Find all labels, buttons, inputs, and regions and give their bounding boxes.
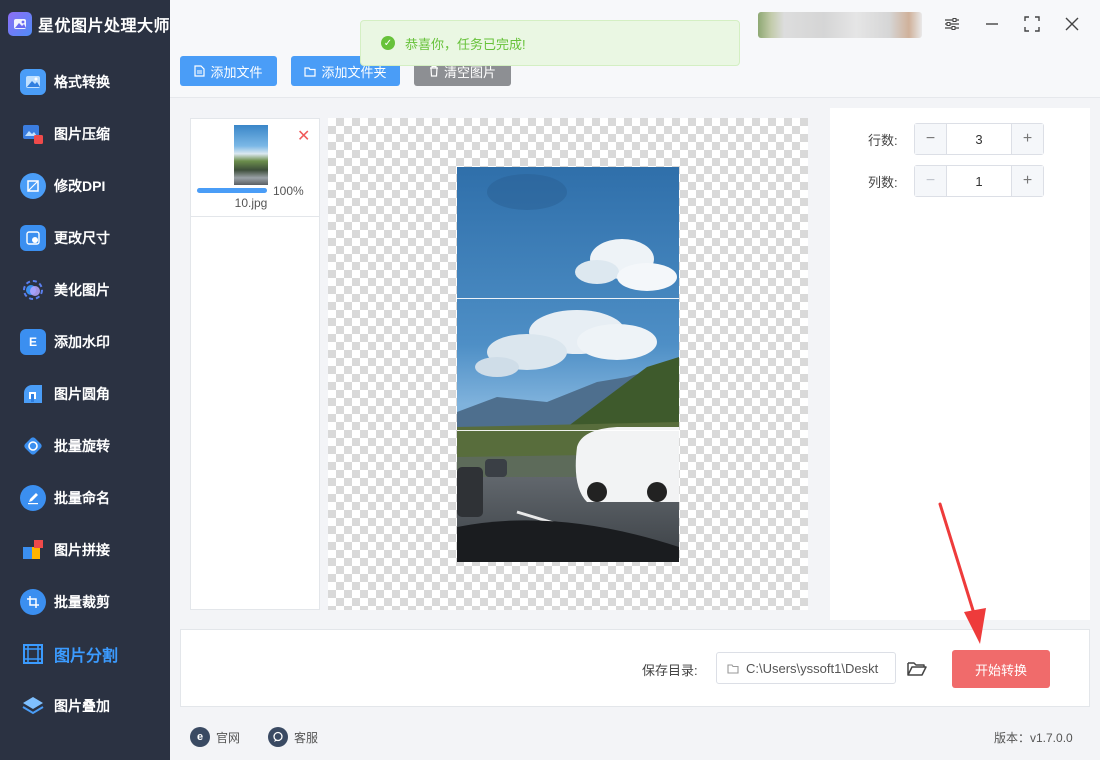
close-icon[interactable]	[1060, 12, 1084, 36]
image-compress-icon	[20, 121, 46, 147]
rows-increment-button[interactable]: +	[1011, 124, 1043, 154]
sidebar-item-watermark[interactable]: E 添加水印	[0, 316, 170, 368]
website-label: 官网	[216, 730, 241, 745]
layers-icon	[20, 693, 46, 719]
browse-folder-icon[interactable]	[905, 658, 929, 680]
split-grid-icon	[20, 641, 46, 667]
columns-value[interactable]: 1	[947, 174, 1011, 189]
list-item[interactable]: ✕ 100% 10.jpg	[191, 119, 319, 217]
sidebar-item-label: 美化图片	[54, 282, 110, 298]
rows-stepper[interactable]: − 3 +	[914, 123, 1044, 155]
folder-icon	[304, 66, 317, 77]
sidebar-item-beautify[interactable]: 美化图片	[0, 264, 170, 316]
save-directory-label: 保存目录:	[642, 663, 698, 678]
add-file-button[interactable]: 添加文件	[180, 56, 277, 86]
sidebar-item-round-corner[interactable]: 图片圆角	[0, 368, 170, 420]
pointer-arrow-icon	[938, 502, 986, 644]
rows-value[interactable]: 3	[947, 132, 1011, 147]
columns-setting: 列数: − 1 +	[830, 165, 1090, 197]
minimize-icon[interactable]	[980, 12, 1004, 36]
sidebar-item-label: 图片圆角	[54, 386, 110, 402]
watermark-icon: E	[20, 329, 46, 355]
round-corner-icon	[20, 381, 46, 407]
version-label: 版本：v1.7.0.0	[994, 730, 1073, 745]
rows-decrement-button[interactable]: −	[915, 124, 947, 154]
image-preview	[328, 118, 808, 610]
app-logo-icon	[8, 12, 32, 36]
progress-bar	[197, 188, 267, 193]
crop-icon	[20, 589, 46, 615]
app-logo: 星优图片处理大师	[0, 0, 170, 48]
beautify-icon	[20, 277, 46, 303]
sidebar-item-split[interactable]: 图片分割	[0, 628, 170, 680]
split-line	[457, 430, 679, 431]
save-directory-path: C:\Users\yssoft1\Deskt	[746, 660, 879, 676]
settings-sliders-icon[interactable]	[940, 12, 964, 36]
sidebar-item-overlay[interactable]: 图片叠加	[0, 680, 170, 732]
sidebar-item-label: 修改DPI	[54, 178, 106, 194]
columns-label: 列数:	[868, 174, 898, 190]
sidebar-nav: 格式转换 图片压缩 修改DPI 更改尺寸 美化图片 E 添加水印 图片圆角 批量…	[0, 56, 170, 732]
sidebar-item-label: 格式转换	[54, 74, 110, 90]
support-label: 客服	[294, 730, 319, 745]
sidebar-item-compress[interactable]: 图片压缩	[0, 108, 170, 160]
columns-increment-button[interactable]: +	[1011, 166, 1043, 196]
sidebar-item-rename[interactable]: 批量命名	[0, 472, 170, 524]
sidebar-item-crop[interactable]: 批量裁剪	[0, 576, 170, 628]
dpi-icon	[20, 173, 46, 199]
sidebar-item-rotate[interactable]: 批量旋转	[0, 420, 170, 472]
website-link[interactable]: e 官网	[190, 727, 240, 747]
image-convert-icon	[20, 69, 46, 95]
sidebar-item-label: 图片叠加	[54, 698, 110, 714]
success-toast: ✓ 恭喜你，任务已完成!	[360, 20, 740, 66]
chat-bubble-icon	[268, 727, 288, 747]
puzzle-icon	[20, 537, 46, 563]
progress-fill	[197, 188, 267, 193]
file-list: ✕ 100% 10.jpg	[190, 118, 320, 610]
resize-icon	[20, 225, 46, 251]
preview-image	[457, 167, 679, 562]
user-avatar[interactable]	[758, 12, 922, 38]
columns-decrement-button[interactable]: −	[915, 166, 947, 196]
sidebar-item-label: 添加水印	[54, 334, 110, 350]
sidebar-item-resize[interactable]: 更改尺寸	[0, 212, 170, 264]
sidebar-item-label: 图片分割	[54, 648, 119, 665]
sidebar-item-label: 更改尺寸	[54, 230, 110, 246]
save-directory-input[interactable]: C:\Users\yssoft1\Deskt	[716, 652, 896, 684]
sidebar-item-label: 批量裁剪	[54, 594, 110, 610]
support-link[interactable]: 客服	[268, 727, 318, 747]
file-name: 10.jpg	[234, 196, 268, 210]
file-icon	[194, 65, 206, 77]
sidebar: 星优图片处理大师 格式转换 图片压缩 修改DPI 更改尺寸 美化图片 E 添加水…	[0, 0, 170, 760]
sidebar-item-label: 图片拼接	[54, 542, 110, 558]
ie-browser-icon: e	[190, 727, 210, 747]
add-file-label: 添加文件	[210, 64, 263, 80]
file-thumbnail	[234, 125, 268, 185]
trash-icon	[429, 65, 438, 77]
toast-message: 恭喜你，任务已完成!	[405, 36, 526, 52]
sidebar-item-label: 图片压缩	[54, 126, 110, 142]
split-line	[457, 298, 679, 299]
remove-file-icon[interactable]: ✕	[297, 129, 310, 145]
check-circle-icon: ✓	[381, 36, 395, 50]
sidebar-item-label: 批量命名	[54, 490, 110, 506]
maximize-icon[interactable]	[1020, 12, 1044, 36]
rotate-icon	[20, 433, 46, 459]
rows-label: 行数:	[868, 132, 898, 148]
footer: e 官网 客服 版本：v1.7.0.0	[170, 714, 1100, 760]
columns-stepper[interactable]: − 1 +	[914, 165, 1044, 197]
sidebar-item-format-convert[interactable]: 格式转换	[0, 56, 170, 108]
rename-icon	[20, 485, 46, 511]
sidebar-item-puzzle[interactable]: 图片拼接	[0, 524, 170, 576]
app-title: 星优图片处理大师	[38, 18, 171, 35]
sidebar-item-label: 批量旋转	[54, 438, 110, 454]
folder-outline-icon	[727, 663, 739, 674]
start-convert-button[interactable]: 开始转换	[952, 650, 1050, 688]
sidebar-item-dpi[interactable]: 修改DPI	[0, 160, 170, 212]
rows-setting: 行数: − 3 +	[830, 123, 1090, 155]
